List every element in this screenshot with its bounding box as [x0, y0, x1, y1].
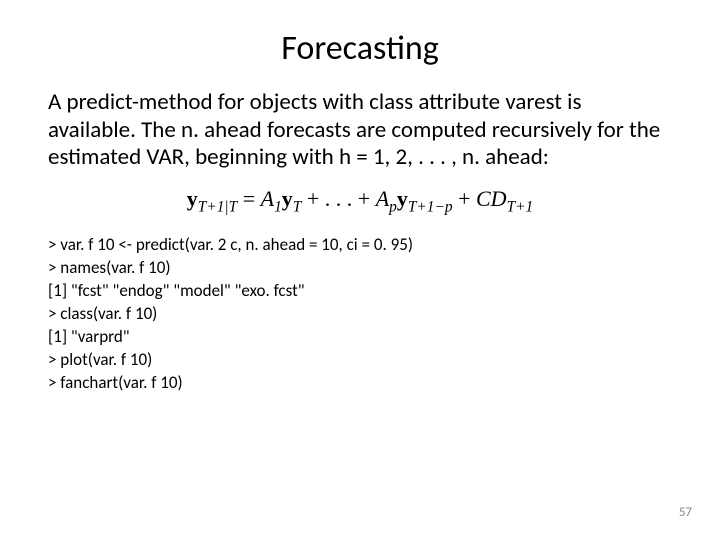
code-line: [1] "fcst" "endog" "model" "exo. fcst": [48, 280, 672, 303]
code-line: [1] "varprd": [48, 326, 672, 349]
formula-y1: y: [282, 186, 293, 211]
formula-y-lhs-sub: T+1|T: [198, 198, 237, 215]
formula-plus-dots: + . . . +: [301, 186, 375, 211]
code-line: > names(var. f 10): [48, 257, 672, 280]
formula-Ap-sub: p: [389, 198, 397, 215]
code-line: > var. f 10 <- predict(var. 2 c, n. ahea…: [48, 234, 672, 257]
code-line: > class(var. f 10): [48, 303, 672, 326]
formula-yp: y: [397, 186, 408, 211]
formula-plus: +: [453, 186, 476, 211]
slide-title: Forecasting: [48, 28, 672, 69]
body-paragraph: A predict-method for objects with class …: [48, 89, 672, 172]
formula-y-lhs: y: [187, 186, 198, 211]
formula-CD: CD: [476, 186, 507, 211]
code-line: > fanchart(var. f 10): [48, 372, 672, 395]
formula-eq: =: [237, 186, 260, 211]
formula-A1-sub: 1: [274, 198, 282, 215]
slide: Forecasting A predict-method for objects…: [0, 0, 720, 540]
formula: yT+1|T = A1yT + . . . + ApyT+1−p + CDT+1: [48, 186, 672, 216]
formula-yp-sub: T+1−p: [408, 198, 453, 215]
page-number: 57: [679, 505, 692, 520]
formula-Ap: A: [376, 186, 389, 211]
formula-A1: A: [261, 186, 274, 211]
code-block: > var. f 10 <- predict(var. 2 c, n. ahea…: [48, 234, 672, 395]
code-line: > plot(var. f 10): [48, 349, 672, 372]
formula-CD-sub: T+1: [507, 198, 534, 215]
